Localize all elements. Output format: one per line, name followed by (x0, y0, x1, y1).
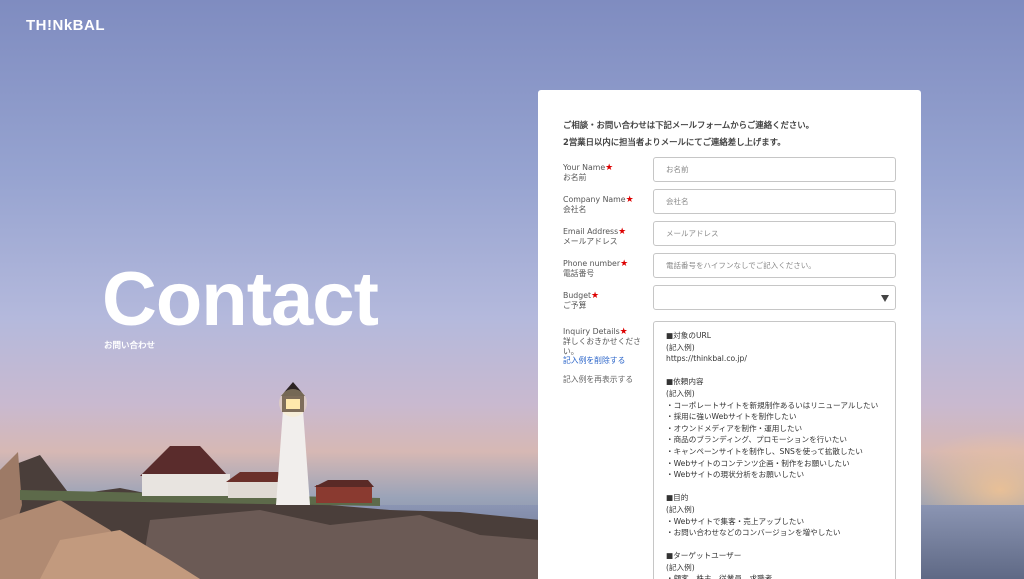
brand-logo[interactable]: TH!NkBAL (26, 17, 105, 34)
inquiry-textarea[interactable]: ■対象のURL (記入例) https://thinkbal.co.jp/ ■依… (653, 321, 896, 579)
intro-line-2: 2営業日以内に担当者よりメールにてご連絡差し上げます。 (563, 137, 786, 147)
dropdown-arrow-icon (881, 295, 889, 302)
email-input[interactable]: メールアドレス (653, 221, 896, 246)
page-title: Contact (102, 257, 379, 342)
required-mark: ★ (591, 291, 600, 301)
required-mark: ★ (625, 195, 634, 205)
intro-line-1: ご相談・お問い合わせは下記メールフォームからご連絡ください。 (563, 120, 814, 130)
delete-example-link[interactable]: 記入例を削除する (563, 355, 625, 366)
budget-label: Budget★ ご予算 (563, 291, 600, 310)
page-subtitle: お問い合わせ (104, 341, 156, 351)
form-intro: ご相談・お問い合わせは下記メールフォームからご連絡ください。 2営業日以内に担当… (563, 117, 814, 151)
company-input[interactable]: 会社名 (653, 189, 896, 214)
company-label: Company Name★ 会社名 (563, 195, 634, 214)
required-mark: ★ (618, 227, 627, 237)
redisplay-example-link[interactable]: 記入例を再表示する (563, 374, 633, 385)
name-input[interactable]: お名前 (653, 157, 896, 182)
required-mark: ★ (620, 259, 629, 269)
inquiry-label: Inquiry Details★ 詳しくおきかせください。 (563, 327, 641, 356)
email-label: Email Address★ メールアドレス (563, 227, 627, 246)
phone-label: Phone number★ 電話番号 (563, 259, 629, 278)
phone-input[interactable]: 電話番号をハイフンなしでご記入ください。 (653, 253, 896, 278)
budget-select[interactable] (653, 285, 896, 310)
required-mark: ★ (619, 327, 628, 337)
name-label: Your Name★ お名前 (563, 163, 614, 182)
required-mark: ★ (605, 163, 614, 173)
contact-form-card: ご相談・お問い合わせは下記メールフォームからご連絡ください。 2営業日以内に担当… (538, 90, 921, 579)
